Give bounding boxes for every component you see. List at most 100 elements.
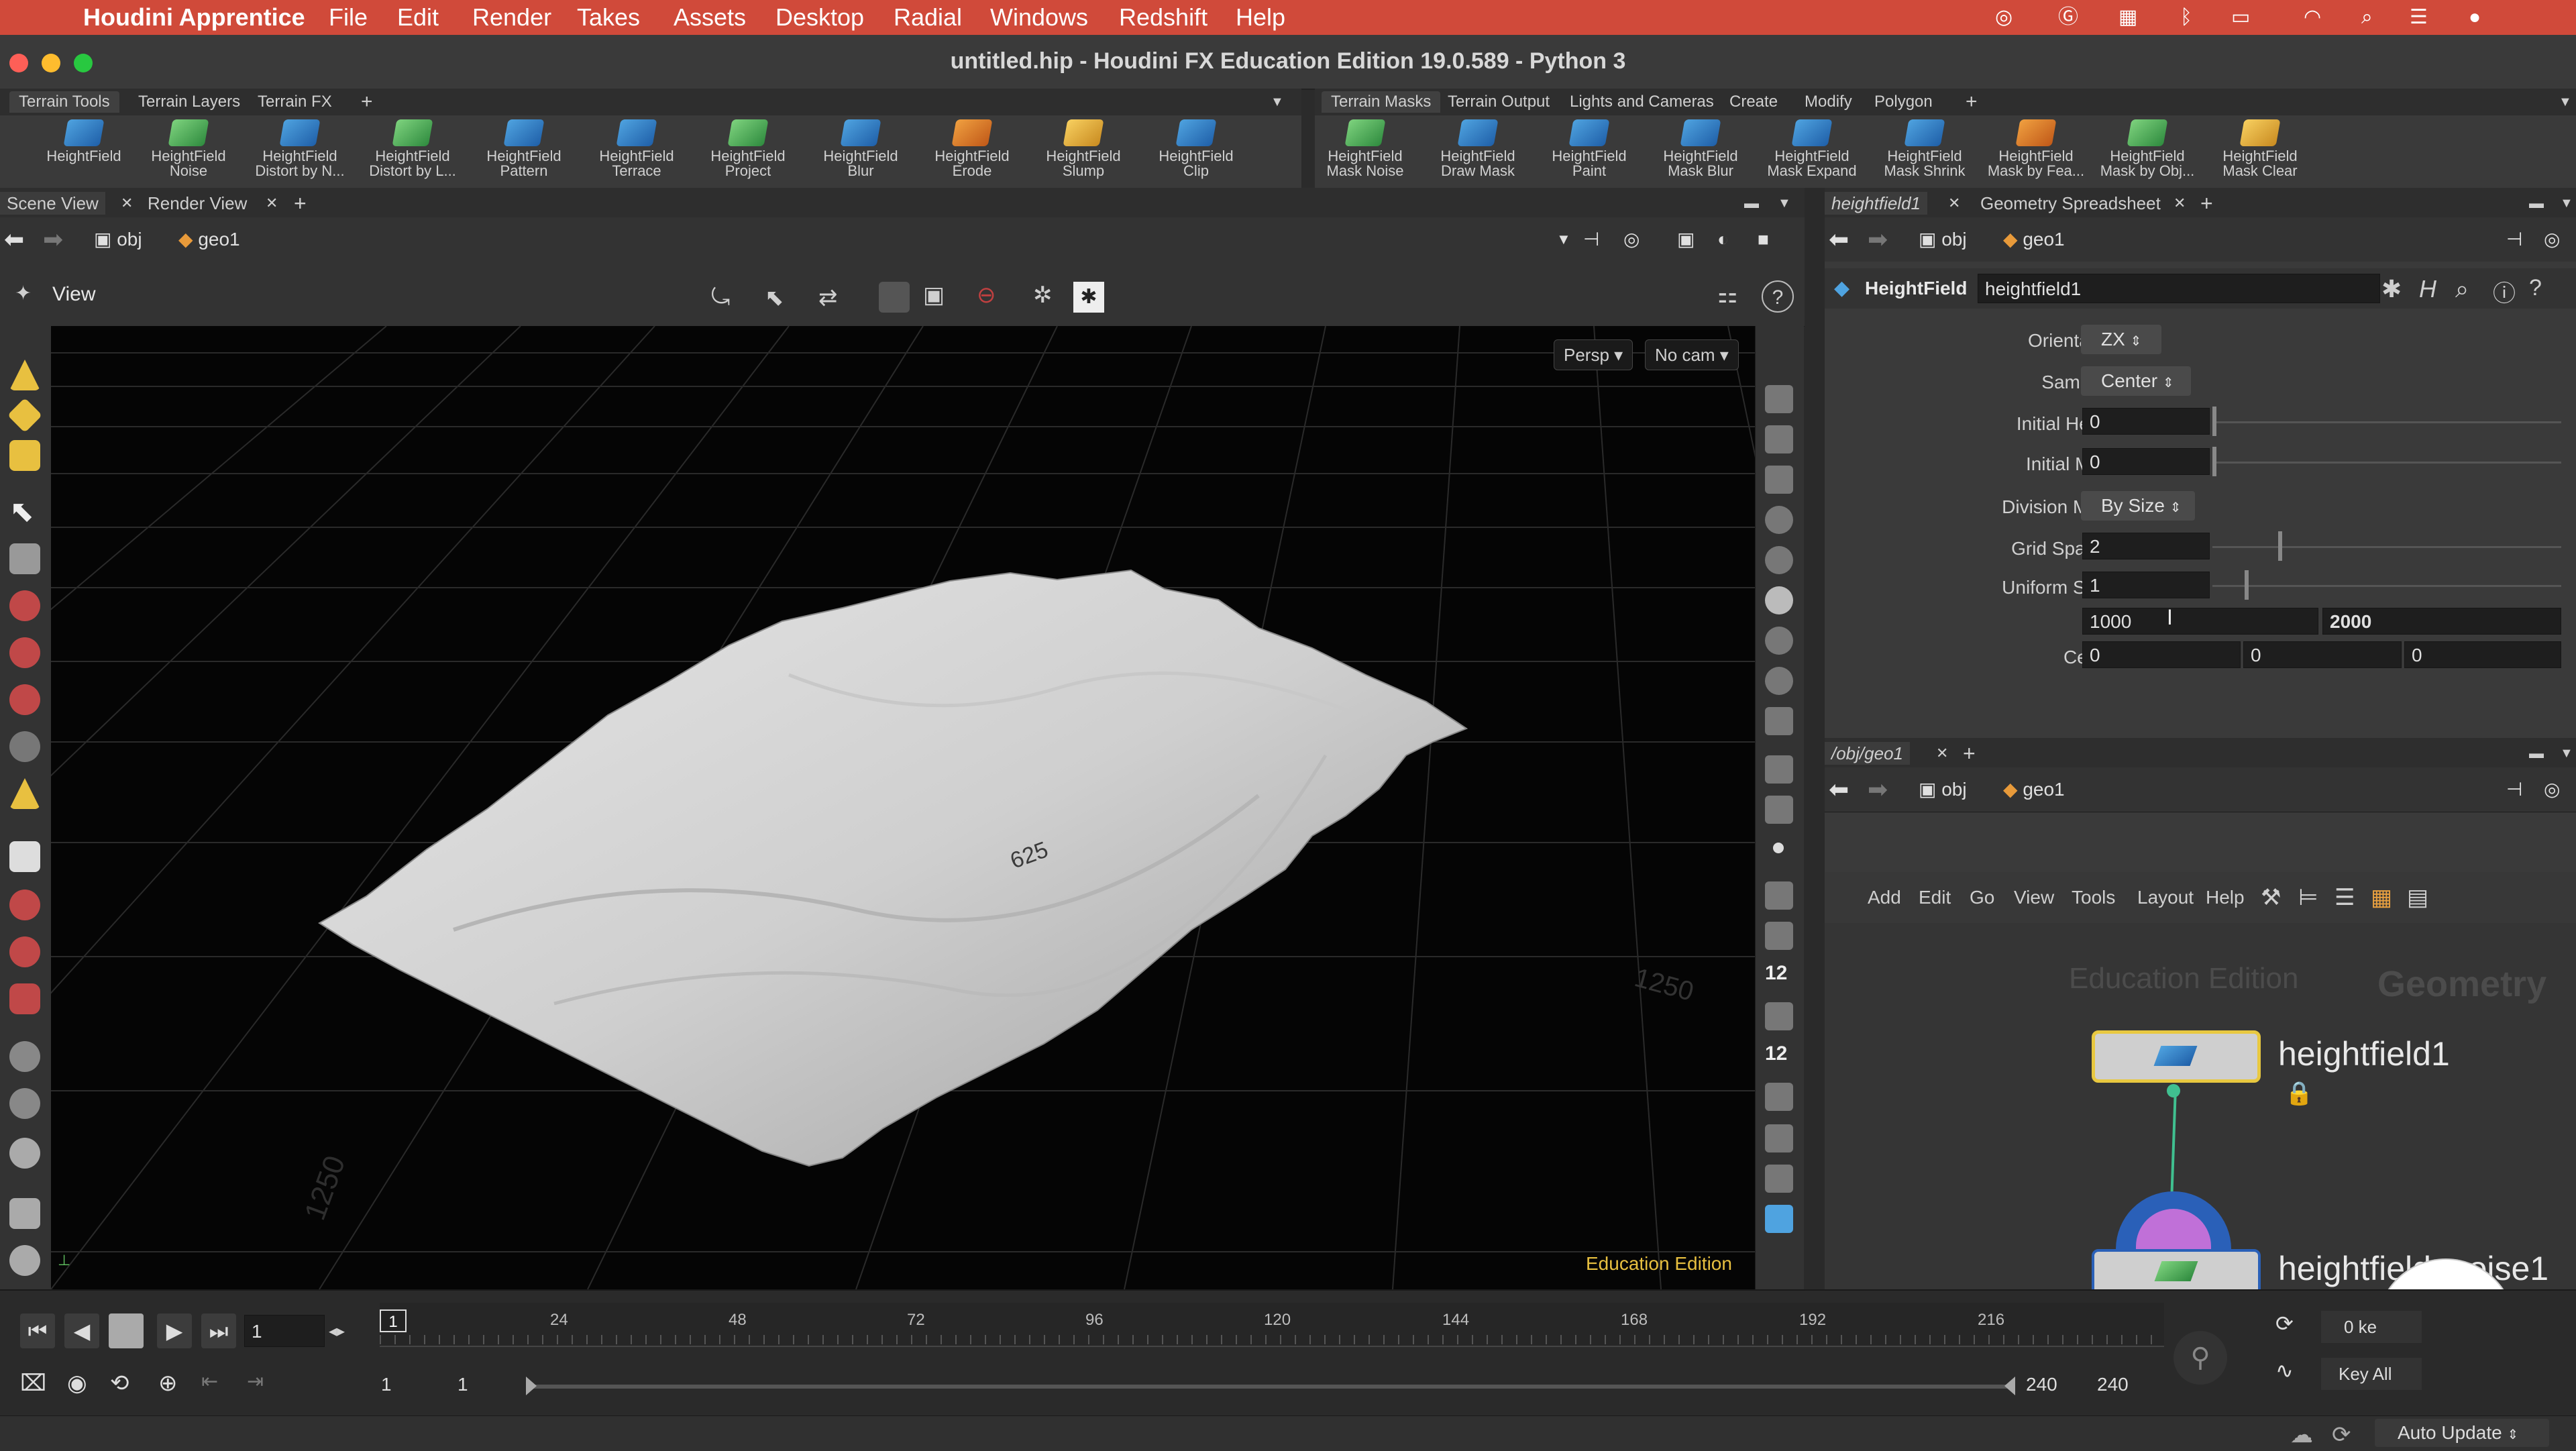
menu-radial[interactable]: Radial xyxy=(894,4,962,31)
add-shelf-tab-right-icon[interactable]: + xyxy=(1956,91,1987,113)
prim-numbers-icon[interactable]: 12 xyxy=(1765,962,1793,990)
grammarly-icon[interactable]: Ⓖ xyxy=(2058,4,2078,31)
uniform-scale-slider[interactable] xyxy=(2212,585,2561,587)
brush-icon[interactable] xyxy=(9,1198,40,1229)
pivot-tool-icon[interactable] xyxy=(9,1041,40,1072)
shelf-right-dropdown-icon[interactable]: ▼ xyxy=(2549,91,2576,113)
node-name-field[interactable]: heightfield1 xyxy=(1978,274,2380,303)
background-icon[interactable]: ■ xyxy=(1758,227,1769,252)
play-button[interactable]: ▶ xyxy=(157,1313,192,1348)
path-geo1[interactable]: ◆ geo1 xyxy=(178,227,240,252)
params-path-obj[interactable]: ▣ obj xyxy=(1919,227,1967,252)
menu-takes[interactable]: Takes xyxy=(577,4,640,31)
shelf-tab-terrain-layers[interactable]: Terrain Layers xyxy=(129,91,250,113)
network-path-obj[interactable]: ▣ obj xyxy=(1919,777,1967,802)
uniform-scale-knob[interactable] xyxy=(2245,570,2249,600)
pane-maximize-icon[interactable]: ▬ xyxy=(1737,192,1766,215)
shelf-dropdown-icon[interactable]: ▼ xyxy=(1261,91,1293,113)
houdini-h-icon[interactable]: H xyxy=(2419,275,2436,303)
grid-view-icon[interactable]: ▤ xyxy=(2407,884,2428,911)
uv-icon[interactable] xyxy=(1765,1083,1793,1111)
snap-grid-icon[interactable] xyxy=(879,282,910,313)
shelf-tool-heightfield-noise[interactable]: HeightField Noise xyxy=(138,119,239,178)
move-tool-icon[interactable] xyxy=(9,590,40,621)
net-menu-edit[interactable]: Edit xyxy=(1919,887,1951,908)
params-path-geo1[interactable]: ◆ geo1 xyxy=(2003,227,2065,252)
control-center-icon[interactable]: ☰ xyxy=(2410,4,2428,31)
center-x-field[interactable]: 0 xyxy=(2082,641,2241,668)
wrench-icon[interactable]: ⚒ xyxy=(2261,884,2281,911)
jump-start-button[interactable]: ⏮ xyxy=(20,1313,55,1348)
add-pane-tab-icon[interactable]: + xyxy=(287,192,313,215)
hand-icon[interactable] xyxy=(1765,1002,1793,1030)
shelf-tool-mask-by-feature[interactable]: HeightField Mask by Fea... xyxy=(1986,119,2086,178)
net-menu-help[interactable]: Help xyxy=(2206,887,2245,908)
range-end-field[interactable]: 240 xyxy=(2026,1374,2057,1395)
pin-icon[interactable]: ⊣ xyxy=(1583,227,1599,252)
menu-help[interactable]: Help xyxy=(1236,4,1285,31)
menu-redshift[interactable]: Redshift xyxy=(1119,4,1208,31)
volume-select-icon[interactable] xyxy=(9,360,40,390)
auto-update-menu[interactable]: Auto Update ⇕ xyxy=(2375,1419,2549,1447)
persp-menu[interactable]: Persp ▾ xyxy=(1554,339,1633,370)
pane-splitter[interactable] xyxy=(1805,188,1825,1289)
initial-height-field[interactable]: 0 xyxy=(2082,408,2210,435)
initial-mask-knob[interactable] xyxy=(2212,447,2216,476)
shelf-tool-mask-by-object[interactable]: HeightField Mask by Obj... xyxy=(2097,119,2198,178)
params-link-icon[interactable]: ◎ xyxy=(2544,227,2560,252)
network-path-geo1[interactable]: ◆ geo1 xyxy=(2003,777,2065,802)
shelf-tab-create[interactable]: Create xyxy=(1720,91,1787,113)
link-icon[interactable]: ◎ xyxy=(1623,227,1640,252)
close-network-tab-icon[interactable]: ✕ xyxy=(1929,742,1955,765)
prev-key-icon[interactable]: ⇤ xyxy=(201,1370,233,1402)
shelf-tab-polygon[interactable]: Polygon xyxy=(1865,91,1942,113)
shelf-tool-draw-mask[interactable]: HeightField Draw Mask xyxy=(1428,119,1528,178)
back-arrow-icon[interactable]: ⬅ xyxy=(4,227,24,252)
view-tool-side-icon[interactable] xyxy=(9,841,40,872)
diamond-icon[interactable] xyxy=(1765,1205,1793,1233)
grid-spacing-field[interactable]: 2 xyxy=(2082,533,2210,559)
params-search-icon[interactable]: ⌕ xyxy=(2455,275,2469,304)
pen-icon[interactable] xyxy=(1765,922,1793,950)
scale-tool-icon[interactable] xyxy=(9,684,40,715)
scene-settings-icon[interactable]: ⌧ xyxy=(20,1370,52,1402)
point-numbers-icon[interactable] xyxy=(1765,796,1793,824)
checker-icon[interactable] xyxy=(1765,1165,1793,1193)
close-spreadsheet-tab-icon[interactable]: ✕ xyxy=(2167,192,2192,215)
tab-obj-geo1[interactable]: /obj/geo1 xyxy=(1825,742,1910,765)
path-obj[interactable]: ▣ obj xyxy=(94,227,142,252)
step-frame-icon[interactable]: ◂▸ xyxy=(329,1322,345,1341)
snap-prim-icon[interactable]: ▣ xyxy=(923,282,945,309)
menu-render[interactable]: Render xyxy=(472,4,551,31)
add-network-tab-icon[interactable]: + xyxy=(1956,742,1982,765)
menu-assets[interactable]: Assets xyxy=(674,4,746,31)
grid-spacing-slider[interactable] xyxy=(2212,546,2561,548)
next-key-icon[interactable]: ⇥ xyxy=(247,1370,279,1402)
net-menu-tools[interactable]: Tools xyxy=(2072,887,2115,908)
network-maximize-icon[interactable]: ▬ xyxy=(2522,742,2551,765)
shelf-tab-terrain-masks[interactable]: Terrain Masks xyxy=(1322,91,1441,113)
select-tool-icon[interactable]: ⬉ xyxy=(9,496,40,527)
shelf-tool-pattern[interactable]: HeightField Pattern xyxy=(474,119,574,178)
scene-viewport[interactable]: Persp ▾ No cam ▾ 625 1250 1250 Education… xyxy=(51,326,1755,1289)
initial-height-slider[interactable] xyxy=(2212,421,2561,423)
shadow-icon[interactable] xyxy=(1765,667,1793,695)
orientation-menu[interactable]: ZX ⇕ xyxy=(2081,325,2161,354)
shelf-tool-terrace[interactable]: HeightField Terrace xyxy=(586,119,687,178)
key-channels-icon[interactable]: ∿ xyxy=(2275,1358,2305,1387)
net-menu-add[interactable]: Add xyxy=(1868,887,1901,908)
shelf-tool-distort-noise[interactable]: HeightField Distort by N... xyxy=(250,119,350,178)
division-mode-menu[interactable]: By Size ⇕ xyxy=(2081,491,2195,521)
shelf-tab-modify[interactable]: Modify xyxy=(1795,91,1862,113)
timeline-scrubber[interactable]: 1 24 48 72 96 120 144 168 192 216 xyxy=(380,1303,2164,1347)
node-gear-icon[interactable]: ✱ xyxy=(2381,275,2402,303)
keys-icon[interactable]: ⟳ xyxy=(2275,1311,2305,1340)
menu-edit[interactable]: Edit xyxy=(397,4,439,31)
handle-icon[interactable] xyxy=(9,778,40,809)
sampling-menu[interactable]: Center ⇕ xyxy=(2081,366,2191,396)
settings-gear-icon[interactable]: ✱ xyxy=(1073,282,1104,313)
menu-desktop[interactable]: Desktop xyxy=(775,4,864,31)
display-layers-icon[interactable] xyxy=(1765,385,1793,413)
range-start-field[interactable]: 1 xyxy=(381,1374,392,1395)
creative-cloud-icon[interactable]: ◎ xyxy=(1995,4,2012,31)
